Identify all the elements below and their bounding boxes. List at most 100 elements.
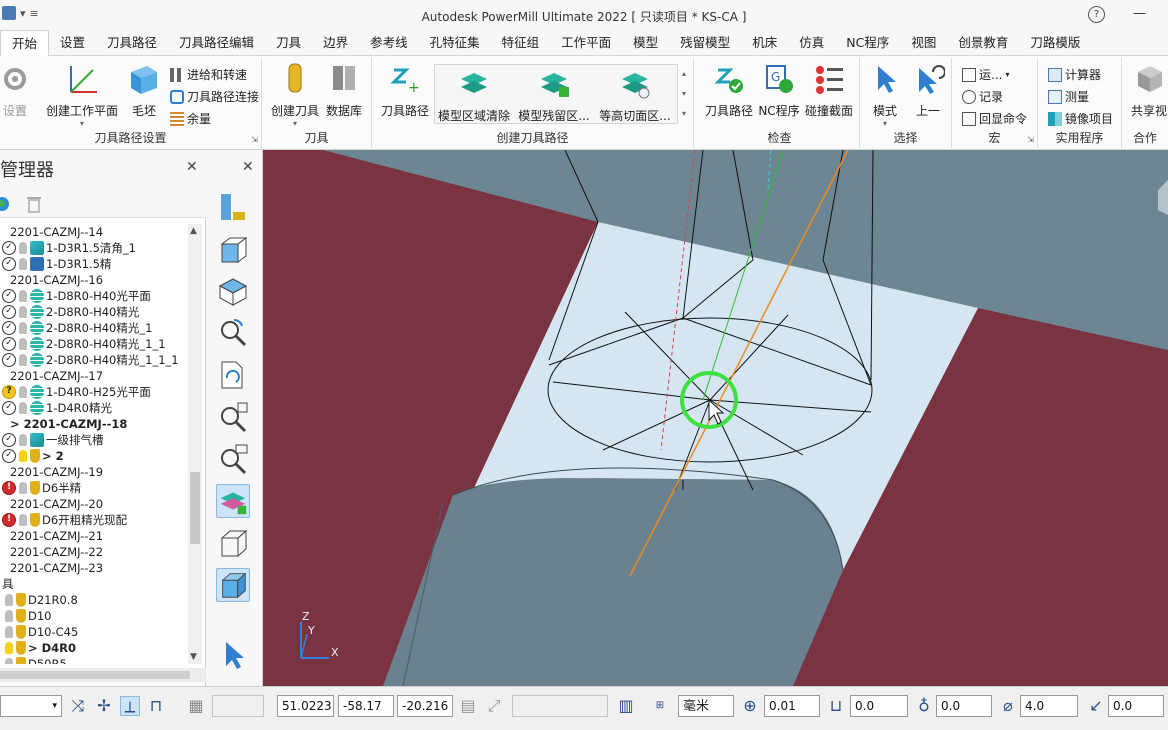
- tab-2[interactable]: 刀具路径: [96, 30, 168, 55]
- tab-14[interactable]: NC程序: [835, 30, 900, 55]
- grid-icon[interactable]: ▦: [186, 696, 206, 716]
- stock-button[interactable]: 毛坯: [124, 62, 164, 119]
- tree-row[interactable]: ✓ > 2: [2, 448, 64, 464]
- visibility-bulb-icon[interactable]: [19, 242, 27, 254]
- tool-database-button[interactable]: 数据库: [322, 62, 366, 119]
- tab-6[interactable]: 参考线: [359, 30, 419, 55]
- visibility-bulb-icon[interactable]: [19, 450, 27, 462]
- refresh-view-icon[interactable]: [216, 358, 250, 392]
- tab-11[interactable]: 残留模型: [669, 30, 741, 55]
- tree-row[interactable]: 2201-CAZMJ--16: [8, 272, 103, 288]
- angle-field[interactable]: 0.0: [1108, 695, 1164, 717]
- tree-row[interactable]: D50R5: [2, 656, 67, 664]
- tab-13[interactable]: 仿真: [788, 30, 835, 55]
- tree-row[interactable]: ! D6半精: [2, 480, 81, 496]
- visibility-bulb-icon[interactable]: [19, 258, 27, 270]
- collision-section-button[interactable]: 碰撞截面: [802, 62, 856, 119]
- tab-3[interactable]: 刀具路径编辑: [168, 30, 265, 55]
- tree-row[interactable]: ✓ 2-D8R0-H40精光_1_1_1: [2, 352, 179, 368]
- dialog-launcher-icon[interactable]: ⇲: [251, 135, 258, 144]
- shaded-toolpath-icon[interactable]: [216, 484, 250, 518]
- explorer-vertical-scrollbar[interactable]: ▲ ▼: [188, 224, 202, 664]
- tab-17[interactable]: 刀路模版: [1019, 30, 1091, 55]
- visibility-bulb-icon[interactable]: [19, 514, 27, 526]
- macro-echo-button[interactable]: 回显命令: [962, 110, 1027, 127]
- tree-row[interactable]: D10: [2, 608, 52, 624]
- tree-row[interactable]: ! D6开粗精光现配: [2, 512, 127, 528]
- select-previous-button[interactable]: 上一: [908, 62, 948, 119]
- tree-row[interactable]: 2201-CAZMJ--23: [8, 560, 103, 576]
- scroll-up-icon[interactable]: ▲: [190, 226, 197, 236]
- coordinate-x-field[interactable]: 51.0223: [277, 695, 334, 717]
- tree-row[interactable]: ✓ 1-D4R0精光: [2, 400, 112, 416]
- macro-run-button[interactable]: 运... ▾: [962, 66, 1009, 83]
- units-field[interactable]: 毫米: [678, 695, 734, 717]
- snap-icon[interactable]: ✢: [94, 696, 114, 716]
- 3d-viewport[interactable]: Z Y X: [263, 150, 1168, 686]
- tree-row[interactable]: D10-C45: [2, 624, 78, 640]
- workplane-axis-icon[interactable]: ⤨: [68, 696, 88, 716]
- create-tool-button[interactable]: 创建刀具 ▾: [270, 62, 320, 128]
- tab-5[interactable]: 边界: [312, 30, 359, 55]
- visibility-bulb-icon[interactable]: [5, 658, 13, 664]
- scroll-down-icon[interactable]: ▼: [190, 652, 197, 662]
- coordinate-z-field[interactable]: -20.216: [397, 695, 453, 717]
- active-workplane-icon[interactable]: ⟂: [120, 696, 140, 716]
- visibility-bulb-icon[interactable]: [19, 290, 27, 302]
- tree-row[interactable]: ✓ 1-D8R0-H40光平面: [2, 288, 151, 304]
- macro-record-button[interactable]: 记录: [962, 88, 1003, 105]
- allowance-button[interactable]: 余量: [170, 110, 211, 127]
- tree-row[interactable]: D21R0.8: [2, 592, 78, 608]
- macro-launcher-icon[interactable]: ⇲: [1027, 135, 1034, 144]
- wireframe-cube-icon[interactable]: [216, 526, 250, 560]
- visibility-bulb-icon[interactable]: [19, 434, 27, 446]
- settings-button[interactable]: 设置: [0, 62, 30, 119]
- calculator-button[interactable]: 计算器: [1048, 66, 1101, 83]
- visibility-bulb-icon[interactable]: [19, 306, 27, 318]
- visibility-bulb-icon[interactable]: [5, 626, 13, 638]
- tab-12[interactable]: 机床: [741, 30, 788, 55]
- tab-4[interactable]: 刀具: [265, 30, 312, 55]
- scrollbar-thumb[interactable]: [190, 472, 200, 544]
- visibility-bulb-icon[interactable]: [19, 322, 27, 334]
- lock-icon[interactable]: ⊓: [146, 696, 166, 716]
- calculator-status-icon[interactable]: ▥: [616, 696, 636, 716]
- tree-row[interactable]: > D4R0: [2, 640, 76, 656]
- create-workplane-button[interactable]: 创建工作平面 ▾: [42, 62, 122, 128]
- gallery-scroll-icon[interactable]: ▴ ▾ ▾: [678, 64, 690, 124]
- shaded-cube-icon[interactable]: [216, 568, 250, 602]
- feeds-speeds-button[interactable]: 进给和转速: [170, 66, 247, 83]
- tolerance-field[interactable]: 0.01: [764, 695, 820, 717]
- tree-row[interactable]: 2201-CAZMJ--20: [8, 496, 103, 512]
- model-area-clearance-button[interactable]: 模型区域清除: [437, 67, 511, 124]
- visibility-bulb-icon[interactable]: [5, 594, 13, 606]
- tree-row[interactable]: 2201-CAZMJ--19: [8, 464, 103, 480]
- tree-row[interactable]: 2201-CAZMJ--21: [8, 528, 103, 544]
- tree-row[interactable]: ? 1-D4R0-H25光平面: [2, 384, 151, 400]
- globe-icon[interactable]: [0, 196, 10, 212]
- axial-thickness-field[interactable]: 0.0: [936, 695, 992, 717]
- minimize-icon[interactable]: —: [1133, 6, 1146, 21]
- tab-0[interactable]: 开始: [0, 30, 50, 57]
- view-cube-front-icon[interactable]: [216, 232, 250, 266]
- transform-icon[interactable]: ⤢: [484, 696, 504, 716]
- share-view-button[interactable]: 共享视: [1126, 62, 1168, 119]
- model-rest-area-button[interactable]: 模型残留区...: [515, 67, 593, 124]
- visibility-bulb-icon[interactable]: [19, 482, 27, 494]
- mirror-items-button[interactable]: 镜像项目: [1048, 110, 1113, 127]
- help-icon[interactable]: ?: [1088, 6, 1105, 23]
- coordinate-mode-icon[interactable]: ▤: [458, 696, 478, 716]
- explorer-close-icon[interactable]: ✕: [186, 159, 198, 175]
- tree-row[interactable]: ✓ 一级排气槽: [2, 432, 104, 448]
- visibility-bulb-icon[interactable]: [19, 386, 27, 398]
- tree-row[interactable]: ✓ 2-D8R0-H40精光_1: [2, 320, 152, 336]
- zoom-box-icon[interactable]: [216, 442, 250, 476]
- delete-icon[interactable]: [26, 195, 42, 213]
- tree-row[interactable]: ✓ 2-D8R0-H40精光: [2, 304, 139, 320]
- visibility-bulb-icon[interactable]: [19, 338, 27, 350]
- tab-1[interactable]: 设置: [49, 30, 96, 55]
- verify-nc-program-button[interactable]: G NC程序: [756, 62, 802, 119]
- toolpath-connections-button[interactable]: 刀具路径连接: [170, 88, 259, 105]
- tab-16[interactable]: 创景教育: [947, 30, 1019, 55]
- visibility-bulb-icon[interactable]: [5, 642, 13, 654]
